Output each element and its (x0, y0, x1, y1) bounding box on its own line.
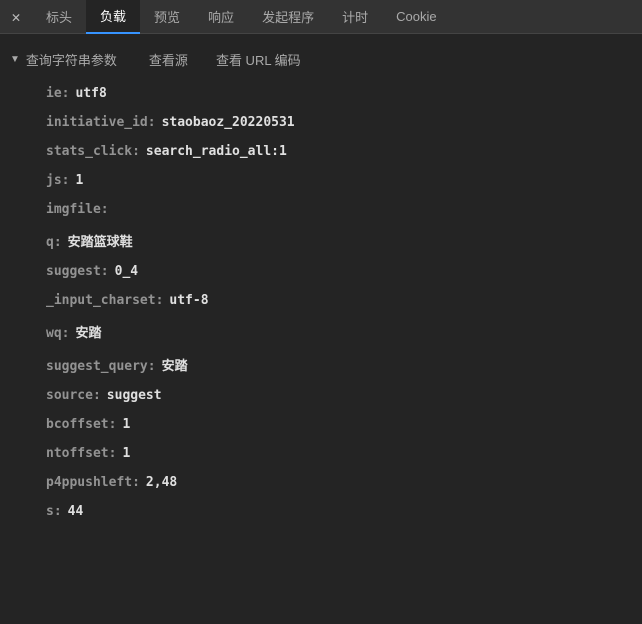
param-row: ie: utf8 (46, 79, 642, 108)
param-key: bcoffset: (46, 417, 116, 432)
param-row: ntoffset: 1 (46, 439, 642, 468)
section-header: ▼ 查询字符串参数 查看源 查看 URL 编码 (0, 44, 642, 75)
param-row: s: 44 (46, 497, 642, 526)
param-row: imgfile: (46, 195, 642, 224)
param-key: suggest_query: (46, 359, 156, 374)
view-url-encoded-link[interactable]: 查看 URL 编码 (216, 50, 301, 69)
param-row: suggest: 0_4 (46, 257, 642, 286)
param-key: stats_click: (46, 144, 140, 159)
tab-timing[interactable]: 计时 (328, 0, 382, 34)
tab-preview[interactable]: 预览 (140, 0, 194, 34)
param-value: 安踏篮球鞋 (68, 231, 133, 250)
tab-bar: ✕ 标头 负载 预览 响应 发起程序 计时 Cookie (0, 0, 642, 34)
tab-response[interactable]: 响应 (194, 0, 248, 34)
param-value: 安踏 (162, 355, 188, 374)
tab-cookies[interactable]: Cookie (382, 0, 450, 34)
content-area: ▼ 查询字符串参数 查看源 查看 URL 编码 ie: utf8 initiativ… (0, 34, 642, 526)
param-row: _input_charset: utf-8 (46, 286, 642, 315)
param-row: suggest_query: 安踏 (46, 348, 642, 381)
params-list: ie: utf8 initiative_id: staobaoz_20220531st… (0, 75, 642, 526)
view-source-link[interactable]: 查看源 (149, 50, 188, 69)
param-key: initiative_id: (46, 115, 156, 130)
param-value: 2,48 (146, 475, 177, 490)
param-key: suggest: (46, 264, 109, 279)
param-key: p4ppushleft: (46, 475, 140, 490)
param-row: p4ppushleft: 2,48 (46, 468, 642, 497)
section-title: 查询字符串参数 (26, 50, 117, 69)
param-key: _input_charset: (46, 293, 163, 308)
param-value: 1 (75, 173, 83, 188)
param-row: wq: 安踏 (46, 315, 642, 348)
param-value: suggest (107, 388, 162, 403)
param-row: js: 1 (46, 166, 642, 195)
param-key: ie: (46, 86, 69, 101)
param-row: source: suggest (46, 381, 642, 410)
tab-initiator[interactable]: 发起程序 (248, 0, 328, 34)
param-key: ntoffset: (46, 446, 116, 461)
tab-payload[interactable]: 负载 (86, 0, 140, 34)
param-row: q: 安踏篮球鞋 (46, 224, 642, 257)
param-row: stats_click: search_radio_all:1 (46, 137, 642, 166)
param-value: 1 (122, 446, 130, 461)
param-key: wq: (46, 326, 69, 341)
param-value: 1 (122, 417, 130, 432)
param-value: staobaoz_20220531 (162, 115, 295, 130)
disclosure-triangle-icon[interactable]: ▼ (10, 54, 20, 65)
param-value: 44 (68, 504, 84, 519)
param-value: 安踏 (75, 322, 101, 341)
param-row: initiative_id: staobaoz_20220531 (46, 108, 642, 137)
param-key: s: (46, 504, 62, 519)
param-value: 0_4 (115, 264, 138, 279)
param-key: q: (46, 235, 62, 250)
param-key: source: (46, 388, 101, 403)
tab-headers[interactable]: 标头 (32, 0, 86, 34)
param-key: imgfile: (46, 202, 109, 217)
param-row: bcoffset: 1 (46, 410, 642, 439)
param-key: js: (46, 173, 69, 188)
param-value: utf8 (75, 86, 106, 101)
param-value: utf-8 (169, 293, 208, 308)
param-value: search_radio_all:1 (146, 144, 287, 159)
close-icon[interactable]: ✕ (0, 0, 32, 34)
